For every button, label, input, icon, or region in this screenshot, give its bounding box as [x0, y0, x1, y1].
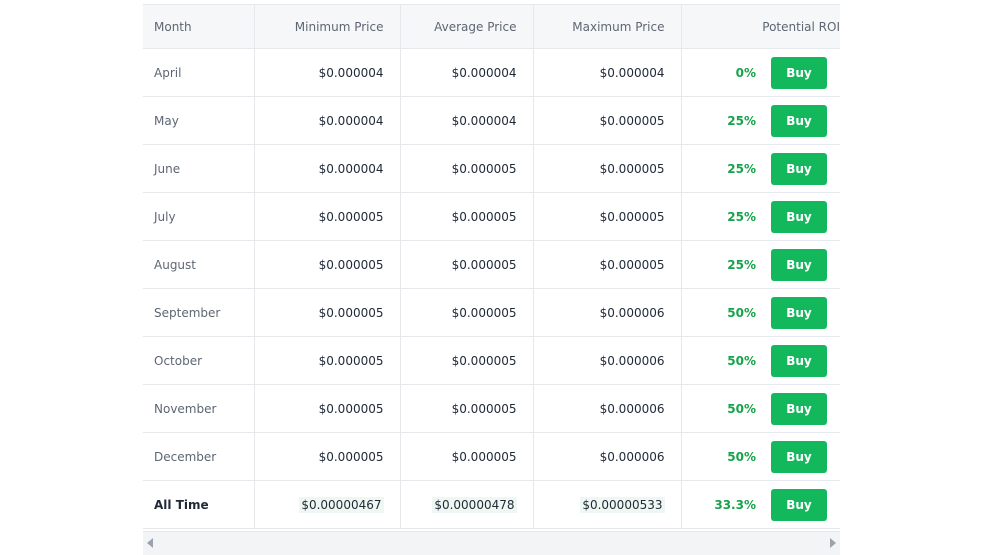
all-time-minimum-price: $0.00000467 [299, 496, 384, 513]
buy-button[interactable]: Buy [771, 344, 827, 377]
maximum-price-cell: $0.000005 [533, 192, 682, 241]
month-cell: August [143, 240, 255, 289]
all-time-row: All Time $0.00000467 $0.00000478 $0.0000… [143, 480, 840, 529]
month-cell: June [143, 144, 255, 193]
minimum-price-cell: $0.000004 [254, 144, 401, 193]
buy-button[interactable]: Buy [771, 488, 827, 521]
all-time-average-price: $0.00000478 [432, 496, 517, 513]
roi-value: 25% [727, 113, 756, 128]
all-time-label: All Time [143, 480, 255, 529]
roi-value: 50% [727, 449, 756, 464]
roi-cell: 25% Buy [681, 192, 840, 241]
table-row: September $0.000005 $0.000005 $0.000006 … [143, 288, 840, 337]
maximum-price-cell: $0.000005 [533, 144, 682, 193]
maximum-price-cell: $0.000006 [533, 336, 682, 385]
average-price-cell: $0.000005 [400, 144, 534, 193]
scroll-left-icon[interactable] [147, 538, 153, 548]
maximum-price-cell: $0.000006 [533, 432, 682, 481]
minimum-price-cell: $0.000005 [254, 432, 401, 481]
price-prediction-table: Month Minimum Price Average Price Maximu… [143, 4, 840, 529]
minimum-price-cell: $0.000005 [254, 192, 401, 241]
average-price-cell: $0.000005 [400, 336, 534, 385]
horizontal-scrollbar[interactable] [143, 531, 840, 555]
price-prediction-table-container: Month Minimum Price Average Price Maximu… [143, 4, 840, 552]
minimum-price-cell: $0.000004 [254, 48, 401, 97]
roi-value: 50% [727, 305, 756, 320]
average-price-cell: $0.000005 [400, 432, 534, 481]
roi-cell: 25% Buy [681, 96, 840, 145]
roi-cell: 50% Buy [681, 288, 840, 337]
scroll-right-icon[interactable] [830, 538, 836, 548]
maximum-price-cell: $0.000004 [533, 48, 682, 97]
minimum-price-cell: $0.000005 [254, 384, 401, 433]
roi-cell: 50% Buy [681, 384, 840, 433]
buy-button[interactable]: Buy [771, 296, 827, 329]
table-row: July $0.000005 $0.000005 $0.000005 25% B… [143, 192, 840, 241]
month-cell: October [143, 336, 255, 385]
roi-value: 50% [727, 353, 756, 368]
roi-cell: 0% Buy [681, 48, 840, 97]
month-cell: December [143, 432, 255, 481]
buy-button[interactable]: Buy [771, 248, 827, 281]
maximum-price-cell: $0.000006 [533, 288, 682, 337]
roi-value: 25% [727, 257, 756, 272]
table-row: August $0.000005 $0.000005 $0.000005 25%… [143, 240, 840, 289]
minimum-price-cell: $0.000005 [254, 336, 401, 385]
all-time-maximum-price: $0.00000533 [580, 496, 665, 513]
roi-value: 25% [727, 209, 756, 224]
all-time-average-price-cell: $0.00000478 [400, 480, 534, 529]
column-header-month: Month [143, 4, 255, 49]
all-time-roi-value: 33.3% [714, 497, 756, 512]
average-price-cell: $0.000005 [400, 384, 534, 433]
roi-cell: 25% Buy [681, 144, 840, 193]
month-cell: April [143, 48, 255, 97]
month-cell: September [143, 288, 255, 337]
table-row: May $0.000004 $0.000004 $0.000005 25% Bu… [143, 96, 840, 145]
roi-cell: 50% Buy [681, 432, 840, 481]
minimum-price-cell: $0.000005 [254, 288, 401, 337]
all-time-maximum-price-cell: $0.00000533 [533, 480, 682, 529]
roi-value: 25% [727, 161, 756, 176]
all-time-minimum-price-cell: $0.00000467 [254, 480, 401, 529]
table-row: December $0.000005 $0.000005 $0.000006 5… [143, 432, 840, 481]
buy-button[interactable]: Buy [771, 440, 827, 473]
minimum-price-cell: $0.000005 [254, 240, 401, 289]
average-price-cell: $0.000004 [400, 48, 534, 97]
table-row: November $0.000005 $0.000005 $0.000006 5… [143, 384, 840, 433]
average-price-cell: $0.000005 [400, 240, 534, 289]
roi-value: 50% [727, 401, 756, 416]
buy-button[interactable]: Buy [771, 392, 827, 425]
buy-button[interactable]: Buy [771, 152, 827, 185]
month-cell: November [143, 384, 255, 433]
table-row: October $0.000005 $0.000005 $0.000006 50… [143, 336, 840, 385]
month-cell: July [143, 192, 255, 241]
roi-cell: 50% Buy [681, 336, 840, 385]
maximum-price-cell: $0.000005 [533, 96, 682, 145]
average-price-cell: $0.000005 [400, 192, 534, 241]
buy-button[interactable]: Buy [771, 200, 827, 233]
column-header-minimum-price: Minimum Price [254, 4, 401, 49]
table-header-row: Month Minimum Price Average Price Maximu… [143, 4, 840, 49]
maximum-price-cell: $0.000006 [533, 384, 682, 433]
average-price-cell: $0.000005 [400, 288, 534, 337]
table-row: April $0.000004 $0.000004 $0.000004 0% B… [143, 48, 840, 97]
column-header-average-price: Average Price [400, 4, 534, 49]
minimum-price-cell: $0.000004 [254, 96, 401, 145]
roi-cell: 33.3% Buy [681, 480, 840, 529]
maximum-price-cell: $0.000005 [533, 240, 682, 289]
column-header-maximum-price: Maximum Price [533, 4, 682, 49]
roi-cell: 25% Buy [681, 240, 840, 289]
table-row: June $0.000004 $0.000005 $0.000005 25% B… [143, 144, 840, 193]
buy-button[interactable]: Buy [771, 104, 827, 137]
average-price-cell: $0.000004 [400, 96, 534, 145]
buy-button[interactable]: Buy [771, 56, 827, 89]
month-cell: May [143, 96, 255, 145]
roi-value: 0% [735, 65, 756, 80]
column-header-potential-roi: Potential ROI [681, 4, 840, 49]
